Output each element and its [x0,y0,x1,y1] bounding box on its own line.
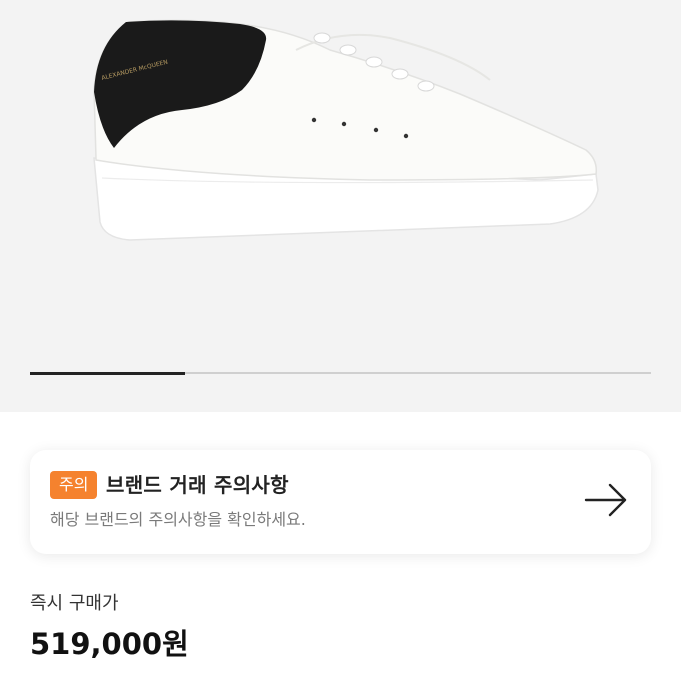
carousel-progress [30,371,651,375]
sneaker-image: ALEXANDER McQUEEN [93,19,599,241]
price-label: 즉시 구매가 [30,593,119,614]
notice-title: 브랜드 거래 주의사항 [106,473,289,497]
product-image-area[interactable]: ALEXANDER McQUEEN [0,0,681,412]
arrow-right-icon[interactable] [583,482,629,518]
notice-subtitle: 해당 브랜드의 주의사항을 확인하세요. [50,510,306,529]
price-value: 519,000원 [30,627,189,661]
brand-notice-card[interactable]: 주의 브랜드 거래 주의사항 해당 브랜드의 주의사항을 확인하세요. [30,450,651,554]
carousel-progress-fill [30,371,186,375]
caution-badge: 주의 [50,471,98,499]
